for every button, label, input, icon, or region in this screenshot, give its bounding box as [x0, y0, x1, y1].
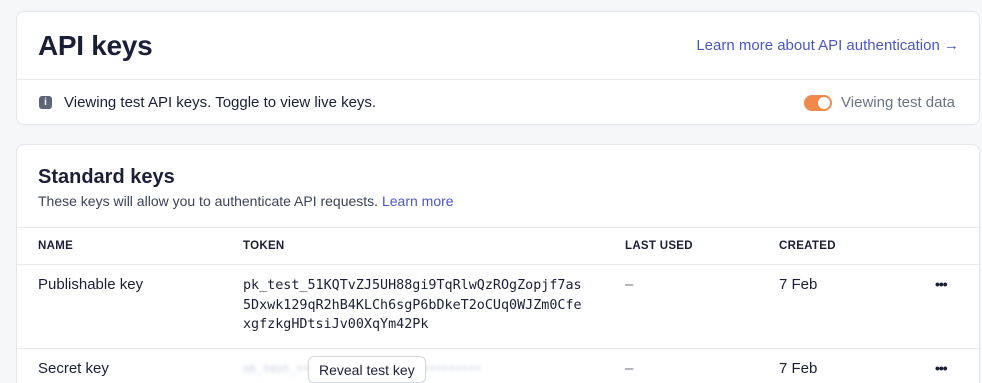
page-header: API keys Learn more about API authentica…	[17, 12, 979, 80]
keys-table: NAME TOKEN LAST USED CREATED Publishable…	[17, 228, 979, 383]
toggle-knob	[818, 96, 831, 109]
publishable-key-name: Publishable key	[38, 276, 144, 293]
info-message: i Viewing test API keys. Toggle to view …	[39, 94, 376, 111]
api-keys-header-card: API keys Learn more about API authentica…	[16, 11, 980, 125]
secret-key-last-used: –	[625, 360, 634, 377]
column-header-last-used: LAST USED	[625, 240, 693, 252]
more-options-icon[interactable]: •••	[935, 360, 948, 376]
info-text: Viewing test API keys. Toggle to view li…	[64, 94, 377, 111]
test-data-toggle-group[interactable]: Viewing test data	[804, 94, 955, 111]
test-data-toggle[interactable]	[804, 94, 833, 111]
standard-keys-card: Standard keys These keys will allow you …	[16, 144, 980, 383]
table-header: NAME TOKEN LAST USED CREATED	[17, 228, 979, 265]
column-header-name: NAME	[38, 240, 74, 252]
learn-more-link[interactable]: Learn more	[382, 193, 454, 209]
section-subtitle: These keys will allow you to authenticat…	[38, 193, 958, 209]
secret-key-created: 7 Feb	[779, 360, 818, 377]
toggle-label[interactable]: Viewing test data	[841, 94, 955, 111]
publishable-key-token[interactable]: pk_test_51KQTvZJ5UH88gi9TqRlwQzROgZopjf7…	[243, 276, 582, 335]
publishable-key-last-used: –	[625, 276, 634, 293]
table-row: Secret key sk_test_•••••••••••••••••••••…	[17, 349, 979, 383]
column-header-token: TOKEN	[243, 240, 285, 252]
publishable-key-created: 7 Feb	[779, 276, 818, 293]
learn-more-api-auth-link[interactable]: Learn more about API authentication →	[696, 37, 959, 54]
section-title: Standard keys	[38, 166, 175, 188]
table-row: Publishable key pk_test_51KQTvZJ5UH88gi9…	[17, 265, 979, 349]
secret-key-name: Secret key	[38, 360, 109, 377]
reveal-test-key-button[interactable]: Reveal test key	[308, 356, 426, 383]
section-subtitle-text: These keys will allow you to authenticat…	[38, 193, 379, 209]
column-header-created: CREATED	[779, 240, 836, 252]
page-title: API keys	[38, 29, 153, 61]
standard-keys-header: Standard keys These keys will allow you …	[17, 145, 979, 228]
test-mode-info-bar: i Viewing test API keys. Toggle to view …	[17, 80, 979, 124]
more-options-icon[interactable]: •••	[935, 276, 948, 292]
info-icon: i	[39, 96, 52, 109]
